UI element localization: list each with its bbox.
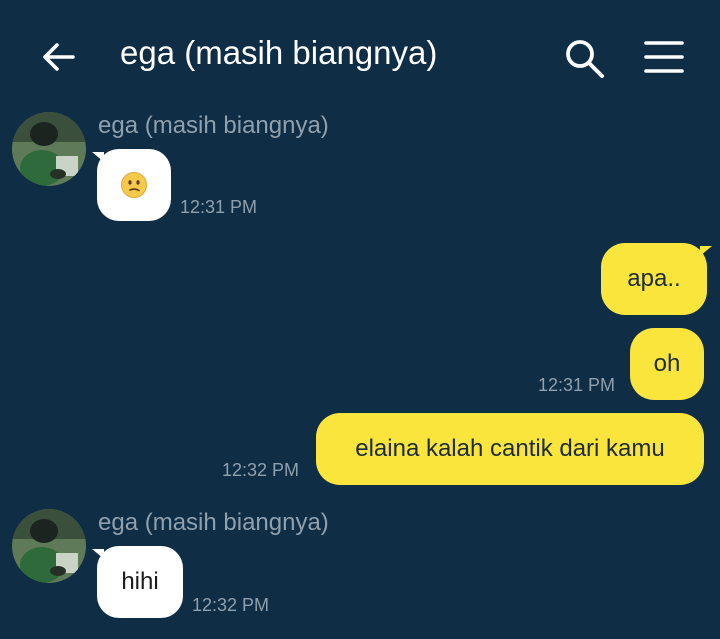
message-time: 12:31 PM	[180, 197, 258, 217]
message-bubble-incoming[interactable]	[97, 149, 171, 221]
avatar-photo	[12, 112, 86, 186]
search-button[interactable]	[562, 36, 606, 80]
avatar[interactable]	[12, 112, 86, 186]
message-bubble-outgoing[interactable]: elaina kalah cantik dari kamu	[316, 413, 704, 485]
confused-face-emoji-icon	[121, 172, 147, 198]
message-time: 12:32 PM	[192, 595, 270, 615]
message-bubble-outgoing[interactable]: oh	[630, 328, 704, 400]
message-time: 12:31 PM	[538, 375, 616, 395]
chat-header: ega (masih biangnya)	[0, 0, 720, 112]
arrow-left-icon	[43, 43, 75, 71]
message-time: 12:32 PM	[222, 460, 300, 480]
message-bubble-incoming[interactable]: hihi	[97, 546, 183, 618]
menu-button[interactable]	[642, 36, 686, 80]
avatar-photo	[12, 509, 86, 583]
back-button[interactable]	[38, 36, 80, 78]
message-text: elaina kalah cantik dari kamu	[355, 435, 665, 462]
chat-title: ega (masih biangnya)	[120, 34, 438, 71]
message-text: apa..	[627, 265, 681, 292]
sender-name: ega (masih biangnya)	[98, 112, 329, 139]
search-icon	[566, 40, 604, 78]
message-text: hihi	[121, 568, 159, 595]
avatar[interactable]	[12, 509, 86, 583]
sender-name: ega (masih biangnya)	[98, 509, 329, 536]
message-bubble-outgoing[interactable]: apa..	[601, 243, 707, 315]
hamburger-menu-icon	[644, 41, 684, 73]
message-text: oh	[653, 350, 681, 377]
bubble-tail	[700, 246, 712, 256]
